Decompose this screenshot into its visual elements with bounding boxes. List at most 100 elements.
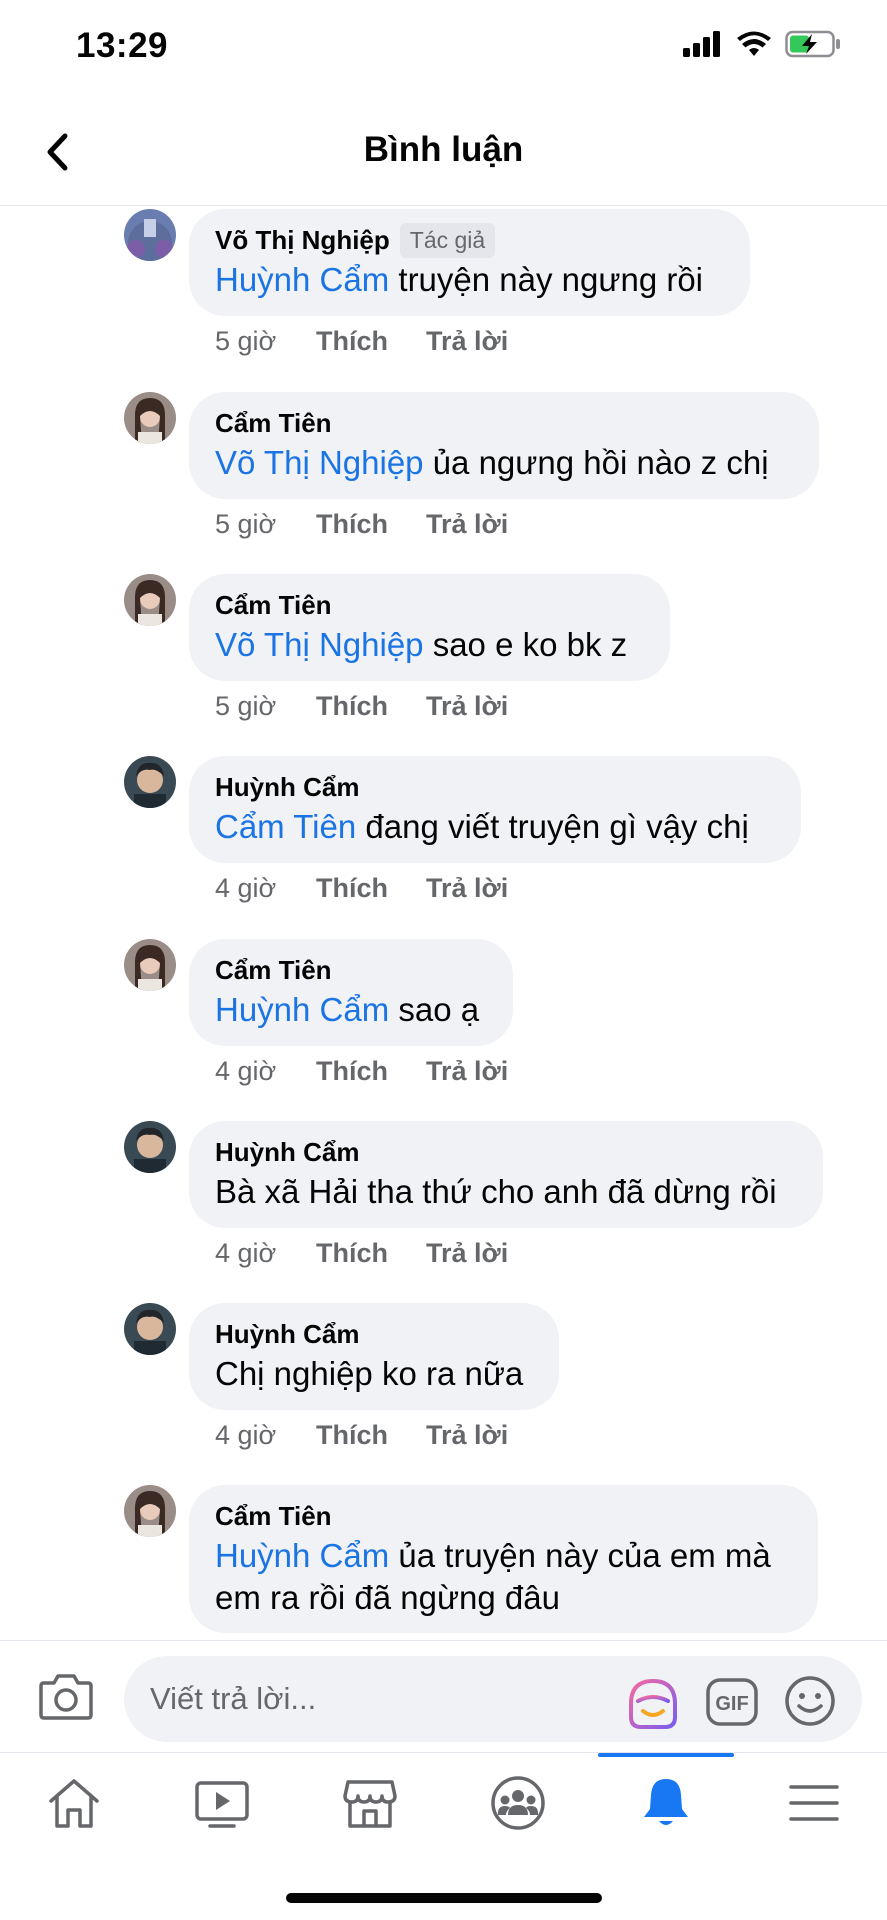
comment-mention[interactable]: Võ Thị Nghiệp — [215, 626, 424, 663]
comment-meta: 4 giờ Thích Trả lời — [215, 1056, 508, 1087]
comment-author[interactable]: Huỳnh Cẩm — [215, 1319, 359, 1350]
avatar[interactable] — [124, 1121, 176, 1173]
groups-icon — [491, 1776, 545, 1830]
avatar-sticker-button[interactable] — [626, 1677, 680, 1731]
comment-body: sao ạ — [389, 991, 480, 1028]
comment-text: Chị nghiệp ko ra nữa — [215, 1353, 533, 1395]
comment-body: ủa truyện này của em mà — [389, 1537, 771, 1574]
comment-author[interactable]: Huỳnh Cẩm — [215, 772, 359, 803]
comment-meta: 4 giờ Thích Trả lời — [215, 1238, 508, 1269]
reply-button[interactable]: Trả lời — [426, 1420, 508, 1451]
like-button[interactable]: Thích — [316, 326, 426, 357]
comment-body: đang viết truyện gì vậy chị — [356, 808, 749, 845]
comment-bubble[interactable]: Cẩm Tiên Võ Thị Nghiệp ủa ngưng hồi nào … — [189, 392, 819, 499]
comment-time: 4 giờ — [215, 1238, 277, 1268]
comment-time: 4 giờ — [215, 873, 277, 903]
comment-author[interactable]: Huỳnh Cẩm — [215, 1137, 359, 1168]
comment-mention[interactable]: Huỳnh Cẩm — [215, 261, 389, 298]
comment-bubble[interactable]: Huỳnh Cẩm Cẩm Tiên đang viết truyện gì v… — [189, 756, 801, 863]
comment-bubble[interactable]: Cẩm Tiên Huỳnh Cẩm sao ạ — [189, 939, 513, 1046]
comment-bubble[interactable]: Huỳnh Cẩm Bà xã Hải tha thứ cho anh đã d… — [189, 1121, 823, 1228]
comment-body: truyện này ngưng rồi — [389, 261, 704, 298]
avatar-sticker-icon — [629, 1678, 677, 1729]
wifi-icon — [737, 31, 771, 56]
emoji-button[interactable] — [784, 1675, 836, 1727]
reply-button[interactable]: Trả lời — [426, 509, 508, 540]
comment-mention[interactable]: Võ Thị Nghiệp — [215, 444, 424, 481]
avatar[interactable] — [124, 392, 176, 444]
comment-text: Huỳnh Cẩm truyện này ngưng rồi — [215, 259, 724, 301]
comment-text: Bà xã Hải tha thứ cho anh đã dừng rồi — [215, 1171, 797, 1213]
reply-button[interactable]: Trả lời — [426, 326, 508, 357]
comment-text: Cẩm Tiên đang viết truyện gì vậy chị — [215, 806, 775, 848]
comment-mention[interactable]: Huỳnh Cẩm — [215, 991, 389, 1028]
camera-button[interactable] — [38, 1671, 98, 1725]
avatar[interactable] — [124, 1485, 176, 1537]
comment-text: Võ Thị Nghiệp ủa ngưng hồi nào z chị — [215, 442, 793, 484]
comment-body: Bà xã Hải tha thứ cho anh đã dừng rồi — [215, 1173, 777, 1210]
comment-author[interactable]: Cẩm Tiên — [215, 408, 332, 439]
gif-button[interactable]: GIF — [706, 1678, 758, 1726]
nav-menu[interactable] — [740, 1753, 887, 1853]
comment-list[interactable]: Võ Thị Nghiệp Tác giả Huỳnh Cẩm truyện n… — [0, 206, 887, 1640]
like-button[interactable]: Thích — [316, 873, 426, 904]
avatar[interactable] — [124, 574, 176, 626]
status-icons — [683, 30, 841, 58]
comment-mention[interactable]: Cẩm Tiên — [215, 808, 356, 845]
reply-button[interactable]: Trả lời — [426, 691, 508, 722]
nav-notifications[interactable] — [592, 1753, 740, 1853]
watch-icon — [195, 1781, 249, 1828]
like-button[interactable]: Thích — [316, 1238, 426, 1269]
like-button[interactable]: Thích — [316, 1420, 426, 1451]
comment-author[interactable]: Cẩm Tiên — [215, 955, 332, 986]
comment-time: 5 giờ — [215, 509, 277, 539]
menu-icon — [789, 1785, 839, 1821]
reply-button[interactable]: Trả lời — [426, 873, 508, 904]
comment-bubble[interactable]: Huỳnh Cẩm Chị nghiệp ko ra nữa — [189, 1303, 559, 1410]
comment-text: Huỳnh Cẩm sao ạ — [215, 989, 487, 1031]
gif-label: GIF — [715, 1693, 748, 1715]
reply-button[interactable]: Trả lời — [426, 1238, 508, 1269]
status-bar: 13:29 — [0, 0, 887, 96]
like-button[interactable]: Thích — [316, 1056, 426, 1087]
avatar[interactable] — [124, 1303, 176, 1355]
gif-icon: GIF — [706, 1678, 758, 1726]
nav-marketplace[interactable] — [296, 1753, 444, 1853]
comment-meta: 5 giờ Thích Trả lời — [215, 509, 508, 540]
home-indicator — [286, 1893, 602, 1903]
comment-bubble[interactable]: Cẩm Tiên Huỳnh Cẩm ủa truyện này của em … — [189, 1485, 818, 1633]
comment-text: Võ Thị Nghiệp sao e ko bk z — [215, 624, 644, 666]
comment-bubble[interactable]: Võ Thị Nghiệp Tác giả Huỳnh Cẩm truyện n… — [189, 209, 750, 316]
comment-mention[interactable]: Huỳnh Cẩm — [215, 1537, 389, 1574]
avatar[interactable] — [124, 939, 176, 991]
comment-time: 5 giờ — [215, 691, 277, 721]
comment-time: 4 giờ — [215, 1420, 277, 1450]
reply-button[interactable]: Trả lời — [426, 1056, 508, 1087]
avatar[interactable] — [124, 756, 176, 808]
comment-body: ủa ngưng hồi nào z chị — [423, 444, 769, 481]
header: Bình luận — [0, 96, 887, 206]
comment-bubble[interactable]: Cẩm Tiên Võ Thị Nghiệp sao e ko bk z — [189, 574, 670, 681]
comment-time: 5 giờ — [215, 326, 277, 356]
battery-charging-icon — [785, 30, 840, 58]
notifications-icon — [644, 1779, 688, 1825]
comment-time: 4 giờ — [215, 1056, 277, 1086]
like-button[interactable]: Thích — [316, 509, 426, 540]
nav-watch[interactable] — [148, 1753, 296, 1853]
emoji-icon — [785, 1676, 835, 1726]
like-button[interactable]: Thích — [316, 691, 426, 722]
comment-text-line-2: em ra rồi đã ngừng đâu — [215, 1579, 560, 1616]
comment-author[interactable]: Cẩm Tiên — [215, 1501, 332, 1532]
comment-author[interactable]: Võ Thị Nghiệp — [215, 225, 390, 256]
comment-meta: 5 giờ Thích Trả lời — [215, 326, 508, 357]
home-icon — [49, 1779, 99, 1828]
signal-icon — [683, 31, 720, 57]
comment-meta: 5 giờ Thích Trả lời — [215, 691, 508, 722]
reply-composer: GIF — [0, 1640, 887, 1752]
author-badge: Tác giả — [399, 222, 496, 258]
comment-author[interactable]: Cẩm Tiên — [215, 590, 332, 621]
nav-home[interactable] — [0, 1753, 148, 1853]
camera-icon — [39, 1674, 93, 1720]
avatar[interactable] — [124, 209, 176, 261]
nav-groups[interactable] — [444, 1753, 592, 1853]
